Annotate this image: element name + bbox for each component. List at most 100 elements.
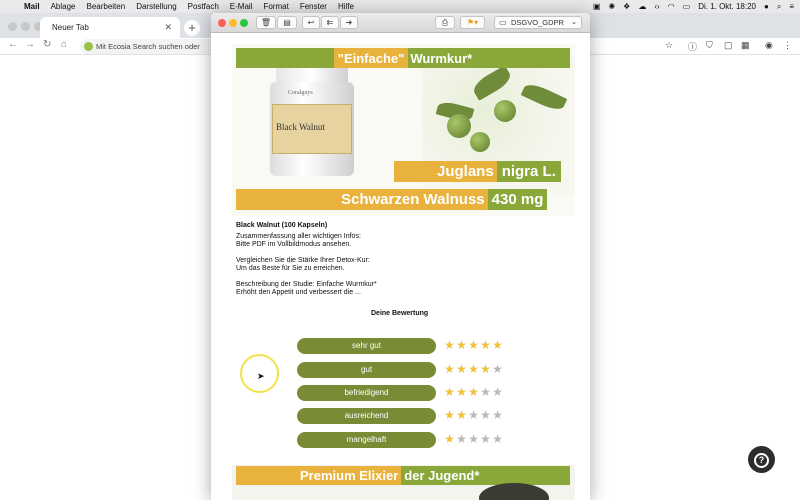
menu-list-icon[interactable]: ≡ xyxy=(789,0,794,13)
star-icon: ★ xyxy=(468,432,479,446)
star-rating[interactable]: ★ ★ ★ ★ ★ xyxy=(444,431,503,447)
back-icon[interactable]: ← xyxy=(8,39,18,50)
tab-title: Neuer Tab xyxy=(52,23,89,32)
star-icon: ★ xyxy=(468,385,479,399)
menu-bar: Mail Ablage Bearbeiten Darstellung Postf… xyxy=(0,0,800,13)
message-body: Coralguys Black Walnut "Einfache" Wurmku… xyxy=(211,33,590,500)
bookmark-star-icon[interactable]: ☆ xyxy=(665,40,673,51)
gear-icon[interactable]: ✺ xyxy=(608,0,615,13)
star-icon: ★ xyxy=(468,338,479,352)
star-icon: ★ xyxy=(444,338,455,352)
star-icon: ★ xyxy=(444,432,455,446)
star-icon: ★ xyxy=(480,408,491,422)
menu-item-fenster[interactable]: Fenster xyxy=(300,2,327,11)
menu-item-postfach[interactable]: Postfach xyxy=(188,2,219,11)
star-icon: ★ xyxy=(480,362,491,376)
trash-icon[interactable]: 🗑 xyxy=(256,16,276,29)
star-icon: ★ xyxy=(492,338,503,352)
rating-button[interactable]: sehr gut xyxy=(297,338,436,354)
cloud-icon[interactable]: ☁ xyxy=(638,0,646,13)
body-line: Erhöht den Appetit und verbessert die ..… xyxy=(236,289,361,296)
rating-button[interactable]: mangelhaft xyxy=(297,432,436,448)
user-icon[interactable]: ● xyxy=(764,0,769,13)
home-icon[interactable]: ⌂ xyxy=(61,39,67,50)
product-dose: 430 mg xyxy=(487,189,548,210)
extension-shield-icon[interactable]: ⛉ xyxy=(706,40,713,51)
chevron-down-icon: ⌄ xyxy=(571,19,577,26)
mail-close-icon[interactable] xyxy=(218,19,226,27)
battery-icon[interactable]: ▭ xyxy=(683,0,691,13)
star-rating[interactable]: ★ ★ ★ ★ ★ xyxy=(444,407,503,423)
menu-app-name[interactable]: Mail xyxy=(24,2,40,11)
menu-item-format[interactable]: Format xyxy=(263,2,288,11)
mail-window: 🗑 ▤ ↩ ⇇ ➜ ⎙ ⚑▾ ▭ DSGVO_GDPR ⌄ Coralguys xyxy=(211,13,590,500)
omnibox[interactable]: Mit Ecosia Search suchen oder xyxy=(80,39,220,54)
rating-button[interactable]: ausreichend xyxy=(297,408,436,424)
star-icon: ★ xyxy=(444,408,455,422)
latin-name-a: Juglans xyxy=(394,161,497,182)
search-icon[interactable]: ⌕ xyxy=(777,0,781,13)
walnut-shape xyxy=(470,132,490,152)
reload-icon[interactable]: ↻ xyxy=(43,39,51,50)
menu-item-hilfe[interactable]: Hilfe xyxy=(338,2,354,11)
star-rating[interactable]: ★ ★ ★ ★ ★ xyxy=(444,337,503,353)
reply-icon[interactable]: ↩ xyxy=(302,16,320,29)
extension-grid-icon[interactable]: ▦ xyxy=(741,40,750,51)
body-line: Bitte PDF im Vollbildmodus ansehen. xyxy=(236,241,352,248)
star-icon: ★ xyxy=(456,338,467,352)
profile-icon[interactable]: ◉ xyxy=(765,40,773,51)
menu-item-darstellung[interactable]: Darstellung xyxy=(136,2,176,11)
star-icon: ★ xyxy=(492,432,503,446)
extension-info-icon[interactable]: ⓘ xyxy=(688,40,697,53)
rating-title: Deine Bewertung xyxy=(371,310,429,317)
star-icon: ★ xyxy=(456,432,467,446)
rating-button[interactable]: gut xyxy=(297,362,436,378)
star-icon: ★ xyxy=(456,362,467,376)
menu-item-email[interactable]: E-Mail xyxy=(230,2,253,11)
second-banner: Premium Elixier der Jugend* xyxy=(232,465,575,500)
code-icon[interactable]: ‹› xyxy=(654,0,659,13)
help-button[interactable]: ? xyxy=(748,446,775,473)
menu-clock[interactable]: Di. 1. Okt. 18:20 xyxy=(698,0,756,13)
tab-close-icon[interactable]: ✕ xyxy=(164,22,172,33)
product-strength: Schwarzen Walnuss 430 mg xyxy=(236,189,548,210)
star-icon: ★ xyxy=(444,385,455,399)
body-line: Um das Beste für Sie zu erreichen. xyxy=(236,265,345,272)
rating-button[interactable]: befriedigend xyxy=(297,385,436,401)
second-banner-title-a: Premium Elixier xyxy=(236,466,402,485)
mouse-cursor-icon: ➤ xyxy=(257,371,265,381)
browser-close-icon[interactable] xyxy=(8,22,17,31)
mailbox-name: DSGVO_GDPR xyxy=(511,18,564,27)
star-icon: ★ xyxy=(456,408,467,422)
extension-cast-icon[interactable]: ▢ xyxy=(724,40,733,51)
browser-minimize-icon[interactable] xyxy=(21,22,30,31)
archive-icon[interactable]: ▤ xyxy=(277,16,297,29)
latin-name: Juglans nigra L. xyxy=(394,161,561,182)
move-to-mailbox-select[interactable]: ▭ DSGVO_GDPR ⌄ xyxy=(494,16,582,29)
status-icon[interactable]: ▣ xyxy=(593,0,601,13)
chrome-menu-icon[interactable]: ⋮ xyxy=(783,40,792,51)
print-icon[interactable]: ⎙ xyxy=(435,16,455,29)
mail-zoom-icon[interactable] xyxy=(240,19,248,27)
product-heading: Black Walnut (100 Kapseln) xyxy=(236,222,328,229)
star-rating[interactable]: ★ ★ ★ ★ ★ xyxy=(444,384,503,400)
star-rating[interactable]: ★ ★ ★ ★ ★ xyxy=(444,361,503,377)
mail-minimize-icon[interactable] xyxy=(229,19,237,27)
mail-toolbar: 🗑 ▤ ↩ ⇇ ➜ ⎙ ⚑▾ ▭ DSGVO_GDPR ⌄ xyxy=(211,13,590,33)
star-icon: ★ xyxy=(480,432,491,446)
flag-icon[interactable]: ⚑▾ xyxy=(460,16,485,29)
wifi-icon[interactable]: ◠ xyxy=(668,0,675,13)
new-tab-button[interactable]: + xyxy=(184,20,200,36)
reply-all-icon[interactable]: ⇇ xyxy=(321,16,339,29)
star-icon: ★ xyxy=(444,362,455,376)
star-icon: ★ xyxy=(468,362,479,376)
forward-mail-icon[interactable]: ➜ xyxy=(340,16,358,29)
menu-item-ablage[interactable]: Ablage xyxy=(51,2,76,11)
star-icon: ★ xyxy=(468,408,479,422)
forward-icon[interactable]: → xyxy=(25,39,35,50)
menu-item-bearbeiten[interactable]: Bearbeiten xyxy=(86,2,125,11)
browser-tab[interactable]: Neuer Tab ✕ xyxy=(40,17,180,38)
dropbox-icon[interactable]: ❖ xyxy=(623,0,630,13)
question-icon: ? xyxy=(754,453,769,468)
banner-title-b: Wurmkur* xyxy=(410,50,473,66)
